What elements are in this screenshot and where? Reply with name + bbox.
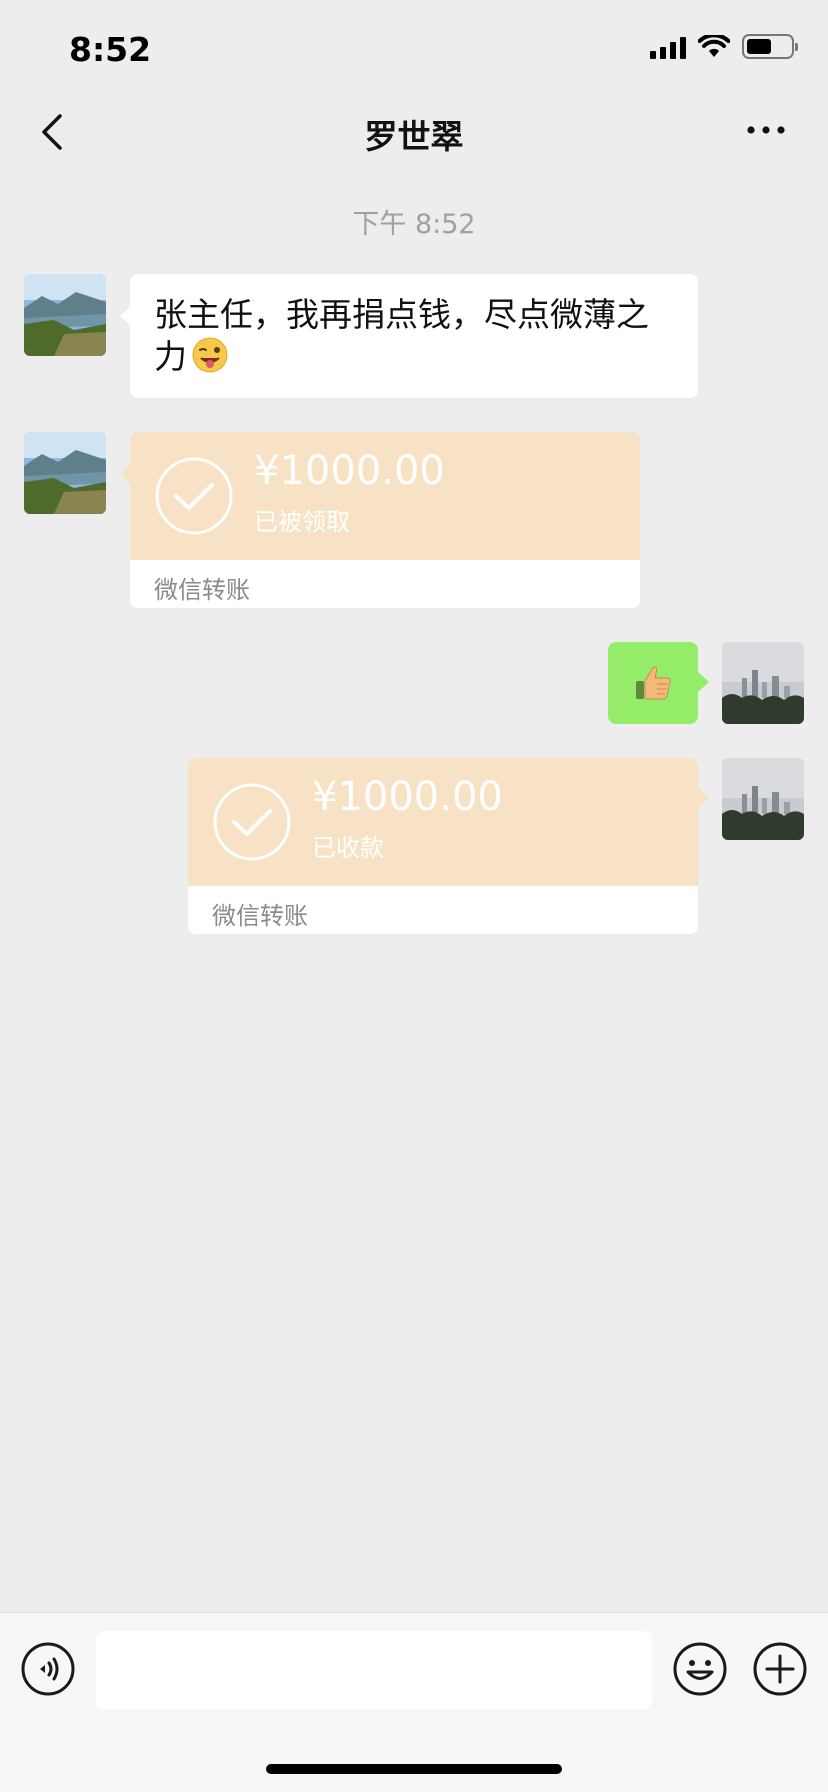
transfer-card-received[interactable]: ¥1000.00 已被领取 微信转账 — [130, 432, 640, 608]
wifi-icon — [698, 34, 730, 57]
status-bar: 8:52 — [0, 0, 828, 100]
bubble-tail — [698, 788, 709, 808]
nav-bar: 罗世翠 — [0, 100, 828, 164]
contact-avatar[interactable] — [24, 274, 106, 356]
checkmark-circle-icon — [155, 457, 233, 535]
transfer-label: 微信转账 — [130, 560, 640, 608]
chat-timestamp: 下午 8:52 — [352, 209, 476, 240]
transfer-card-body: ¥1000.00 已收款 — [188, 758, 698, 886]
thumbs-up-icon — [636, 666, 671, 700]
voice-icon[interactable] — [20, 1641, 76, 1697]
emoji-icon[interactable] — [672, 1641, 728, 1697]
transfer-status: 已收款 — [312, 834, 384, 862]
message-bubble-text[interactable]: 张主任，我再捐点钱，尽点微薄之力 — [130, 274, 698, 398]
status-icons — [650, 34, 798, 59]
ellipsis-icon[interactable] — [746, 120, 786, 140]
transfer-card-sent[interactable]: ¥1000.00 已收款 微信转账 — [188, 758, 698, 934]
battery-icon — [742, 34, 798, 59]
transfer-card-body: ¥1000.00 已被领取 — [130, 432, 640, 560]
status-time: 8:52 — [69, 30, 152, 69]
my-avatar[interactable] — [722, 758, 804, 840]
winking-face-tongue-icon — [192, 337, 228, 373]
my-avatar[interactable] — [722, 642, 804, 724]
message-bubble-emoji[interactable] — [608, 642, 698, 724]
home-indicator — [266, 1764, 562, 1774]
contact-avatar[interactable] — [24, 432, 106, 514]
transfer-label: 微信转账 — [188, 886, 698, 934]
message-input[interactable] — [96, 1631, 652, 1709]
checkmark-circle-icon — [213, 783, 291, 861]
cellular-signal-icon — [650, 35, 686, 59]
bubble-tail — [698, 672, 709, 692]
chat-title: 罗世翠 — [364, 117, 464, 156]
plus-icon[interactable] — [752, 1641, 808, 1697]
transfer-status: 已被领取 — [254, 508, 350, 536]
transfer-amount: ¥1000.00 — [312, 774, 503, 820]
transfer-amount: ¥1000.00 — [254, 448, 445, 494]
